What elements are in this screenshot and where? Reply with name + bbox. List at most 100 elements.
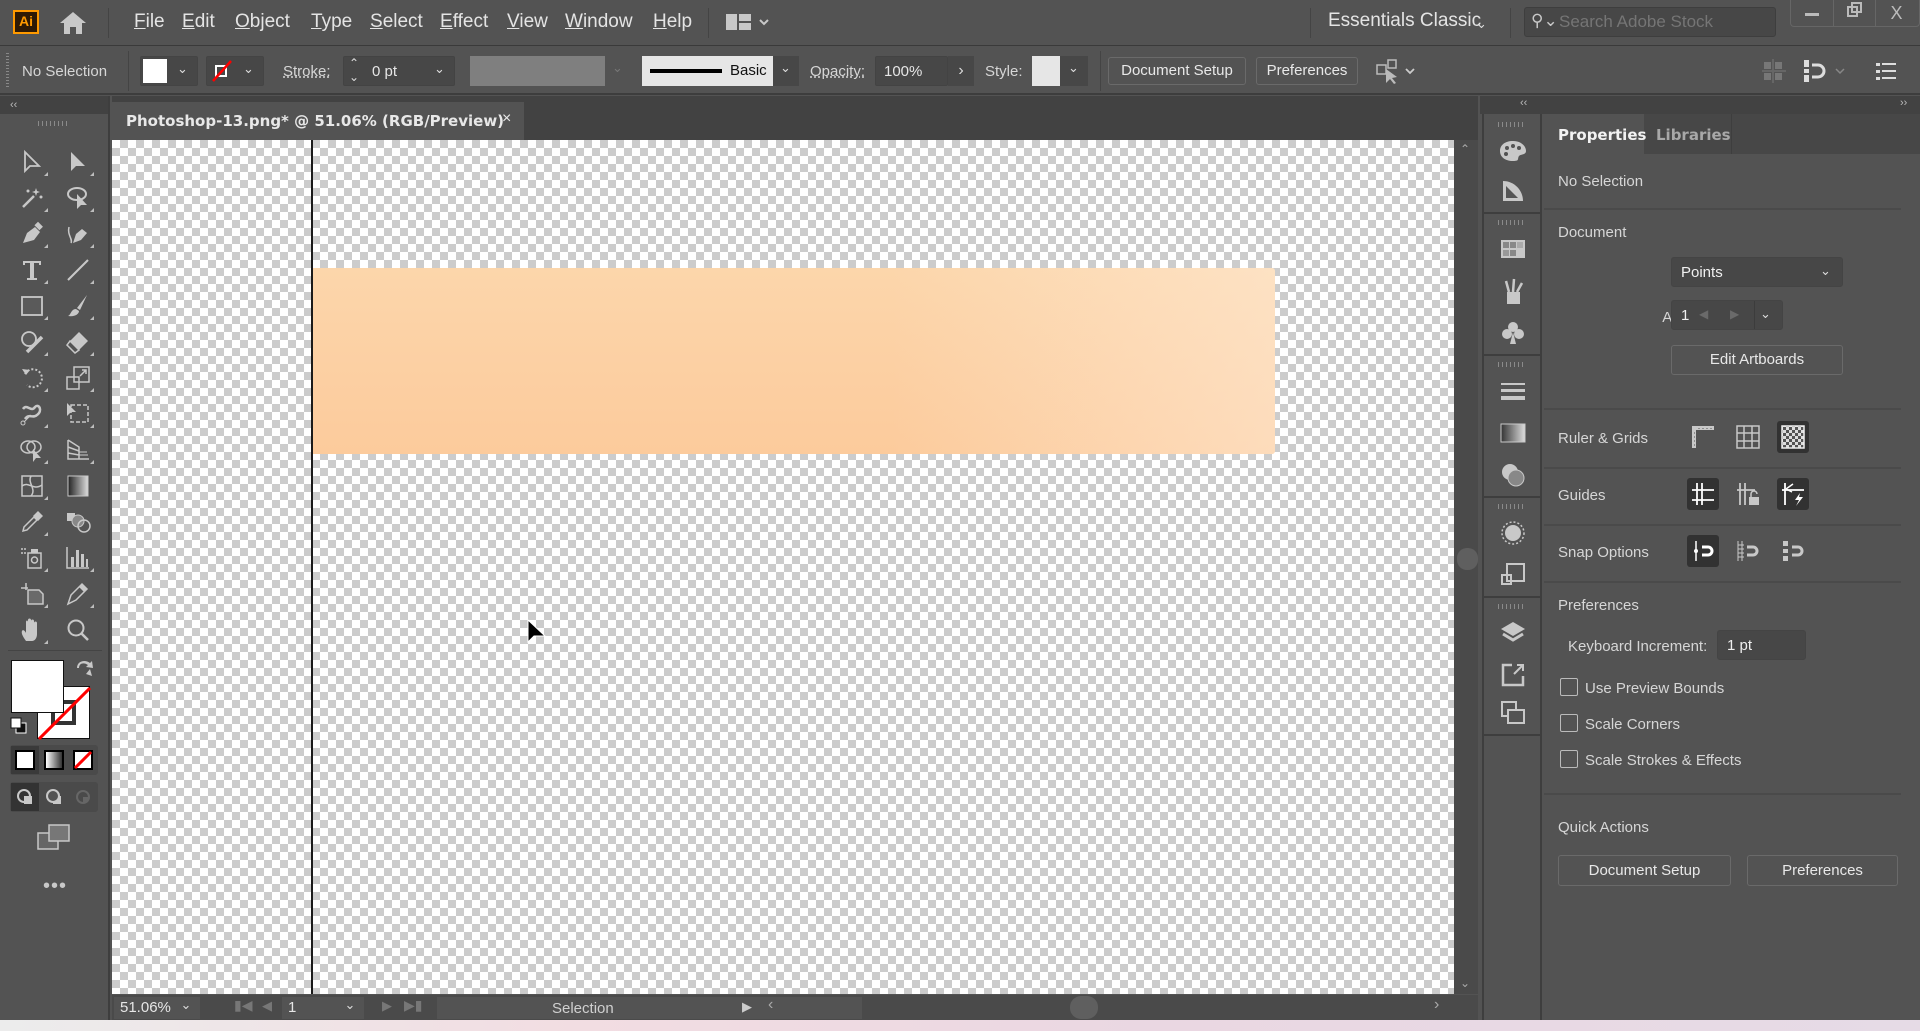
shaper-tool[interactable] [14, 326, 50, 358]
tools-grip[interactable] [38, 121, 68, 126]
appearance-icon[interactable] [1498, 518, 1528, 548]
chevron-down-icon[interactable]: ⌄ [434, 61, 445, 77]
style-dropdown[interactable]: ⌄ [1060, 56, 1088, 86]
status-menu-arrow-icon[interactable]: ▶ [742, 999, 752, 1015]
asset-export-icon[interactable] [1498, 660, 1528, 690]
lasso-tool[interactable] [60, 182, 96, 214]
symbol-sprayer-tool[interactable] [14, 542, 50, 574]
gradient-mode-button[interactable] [40, 746, 68, 774]
none-mode-button[interactable] [69, 746, 97, 774]
layers-icon[interactable] [1498, 618, 1528, 648]
search-input[interactable] [1559, 12, 1769, 32]
selection-tool[interactable] [14, 146, 50, 178]
home-icon[interactable] [58, 10, 88, 36]
collapse-tools-button[interactable]: ‹‹ [0, 96, 108, 114]
tab-libraries[interactable]: Libraries [1644, 114, 1732, 154]
blend-tool[interactable] [60, 506, 96, 538]
artboards-panel-icon[interactable] [1498, 698, 1528, 728]
puppet-warp-tool[interactable] [14, 398, 50, 430]
scale-corners-checkbox[interactable] [1560, 714, 1578, 732]
artboard-dropdown[interactable]: ⌄ [336, 997, 364, 1019]
draw-normal-button[interactable] [11, 783, 39, 811]
restore-button[interactable] [1833, 0, 1875, 27]
menu-object[interactable]: Object [235, 11, 290, 33]
show-guides-toggle[interactable] [1687, 478, 1719, 510]
rectangle-tool[interactable] [14, 290, 50, 322]
keyboard-increment-field[interactable]: 1 pt [1717, 630, 1806, 660]
show-transparency-grid-toggle[interactable] [1777, 421, 1809, 453]
stroke-weight-field[interactable]: ⌃⌄ 0 pt ⌄ [343, 56, 455, 86]
default-fill-stroke-icon[interactable] [10, 717, 28, 740]
gradient-panel-icon[interactable] [1498, 418, 1528, 448]
preferences-button[interactable]: Preferences [1256, 57, 1358, 85]
line-segment-tool[interactable] [60, 254, 96, 286]
previous-artboard-icon[interactable]: ◀ [262, 998, 272, 1014]
column-graph-tool[interactable] [60, 542, 96, 574]
canvas[interactable] [112, 140, 1454, 994]
change-screen-mode-icon[interactable] [37, 824, 71, 855]
tab-properties[interactable]: Properties [1544, 114, 1644, 154]
rotate-tool[interactable] [14, 362, 50, 394]
menu-edit[interactable]: Edit [182, 11, 215, 33]
chevron-down-icon[interactable]: ⌄ [1476, 16, 1487, 32]
document-tab[interactable]: Photoshop-13.png* @ 51.06% (RGB/Preview)… [112, 102, 524, 140]
stroke-panel-icon[interactable] [1498, 376, 1528, 406]
next-artboard-icon[interactable]: ▶ [1730, 307, 1739, 321]
snap-to-grid-toggle[interactable] [1777, 535, 1809, 567]
zoom-level-field[interactable]: 51.06% [114, 997, 172, 1019]
stock-search[interactable]: ⚲⌄ [1524, 7, 1776, 37]
transparency-icon[interactable] [1498, 460, 1528, 490]
use-preview-bounds-checkbox[interactable] [1560, 678, 1578, 696]
placed-image-peach-banner[interactable] [313, 268, 1275, 454]
units-dropdown[interactable]: Points ⌄ [1671, 257, 1843, 287]
next-artboard-icon[interactable]: ▶ [382, 998, 392, 1014]
quick-document-setup-button[interactable]: Document Setup [1558, 855, 1731, 886]
opacity-label[interactable]: Opacity: [810, 63, 865, 80]
smart-guides-toggle[interactable] [1777, 478, 1809, 510]
scroll-right-icon[interactable]: › [1434, 996, 1439, 1014]
type-tool[interactable] [14, 254, 50, 286]
snap-to-point-toggle[interactable] [1687, 535, 1719, 567]
minimize-button[interactable] [1791, 0, 1833, 27]
menu-select[interactable]: Select [370, 11, 423, 33]
brushes-icon[interactable] [1498, 276, 1528, 306]
control-bar-grip[interactable] [6, 53, 9, 89]
stroke-color-button[interactable]: ⌄ [206, 56, 264, 86]
stroke-stepper-icon[interactable]: ⌃⌄ [349, 56, 359, 84]
close-window-button[interactable]: X [1875, 0, 1917, 27]
opacity-field[interactable]: 100% [875, 56, 948, 86]
color-mode-button[interactable] [11, 746, 39, 774]
transform-panel-icon[interactable] [1498, 560, 1528, 590]
menu-effect[interactable]: Effect [440, 11, 488, 33]
workspace-switcher[interactable]: Essentials Classic [1328, 10, 1481, 32]
expand-panels-button[interactable]: ›› [1900, 97, 1907, 109]
zoom-tool[interactable] [60, 614, 96, 646]
first-artboard-icon[interactable]: ▮◀ [234, 997, 252, 1014]
scroll-down-icon[interactable]: ⌄ [1460, 976, 1470, 990]
pen-tool[interactable] [14, 218, 50, 250]
symbols-club-icon[interactable] [1498, 318, 1528, 348]
scale-strokes-effects-checkbox[interactable] [1560, 750, 1578, 768]
vertical-scrollbar[interactable]: ⌃ ⌄ [1454, 140, 1478, 994]
align-icon[interactable] [1762, 59, 1786, 88]
menu-help[interactable]: Help [653, 11, 692, 33]
eyedropper-tool[interactable] [14, 506, 50, 538]
mesh-tool[interactable] [14, 470, 50, 502]
menu-view[interactable]: View [507, 11, 548, 33]
paintbrush-tool[interactable] [60, 290, 96, 322]
stroke-label[interactable]: Stroke: [283, 63, 331, 80]
zoom-dropdown[interactable]: ⌄ [172, 997, 200, 1019]
horizontal-scroll-thumb[interactable] [1070, 996, 1098, 1019]
select-similar-icon[interactable] [1376, 59, 1420, 90]
fill-color-swatch[interactable] [11, 660, 64, 713]
eraser-tool[interactable] [60, 326, 96, 358]
menu-file[interactable]: File [134, 11, 165, 33]
draw-inside-button[interactable] [69, 783, 97, 811]
perspective-grid-tool[interactable] [60, 434, 96, 466]
close-icon[interactable]: × [502, 110, 511, 128]
scroll-left-icon[interactable]: ‹ [768, 996, 773, 1014]
color-palette-icon[interactable] [1498, 136, 1528, 166]
lock-guides-toggle[interactable] [1732, 478, 1764, 510]
variable-width-profile[interactable] [470, 56, 605, 86]
fill-color-button[interactable]: ⌄ [140, 56, 198, 86]
